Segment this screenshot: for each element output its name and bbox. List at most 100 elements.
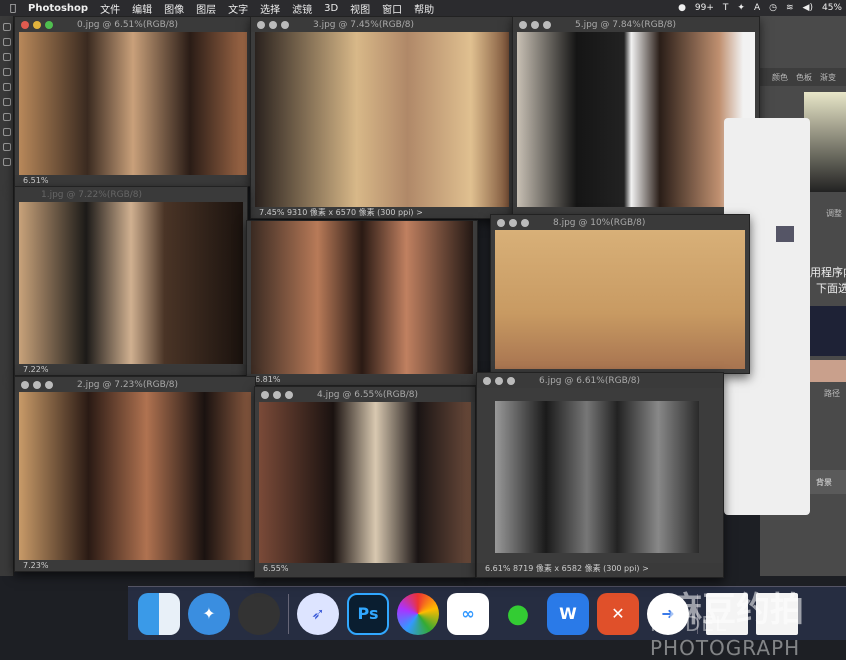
chrome-icon[interactable]: [397, 592, 439, 635]
minimize-button[interactable]: [531, 20, 539, 29]
menu-view[interactable]: 视图: [350, 1, 370, 16]
wechat-icon[interactable]: ●: [497, 593, 539, 635]
document-window-1[interactable]: 1.jpg @ 7.22%(RGB/8) 7.22%: [14, 186, 248, 376]
zoom-button[interactable]: [507, 376, 515, 385]
popup-thumbnail[interactable]: [776, 226, 794, 242]
hand-tool-icon[interactable]: [3, 143, 11, 151]
tools-panel: [0, 16, 14, 576]
app-menu[interactable]: Photoshop: [28, 3, 88, 14]
pen-tool-icon[interactable]: [3, 128, 11, 136]
zoom-button[interactable]: [281, 20, 289, 29]
minimize-button[interactable]: [33, 20, 41, 29]
minimize-button[interactable]: [273, 390, 281, 399]
document-window-5[interactable]: 5.jpg @ 7.84%(RGB/8): [512, 16, 760, 219]
close-button[interactable]: [261, 390, 269, 399]
status-bar: 7.23%: [15, 560, 255, 571]
close-button[interactable]: [497, 218, 505, 227]
baidu-netdisk-icon[interactable]: ∞: [447, 592, 489, 635]
zoom-button[interactable]: [543, 20, 551, 29]
close-button[interactable]: [519, 20, 527, 29]
menu-layer[interactable]: 图层: [196, 1, 216, 16]
document-window-6[interactable]: 6.jpg @ 6.61%(RGB/8) 6.61% 8719 像素 x 658…: [476, 372, 724, 578]
zoom-button[interactable]: [521, 218, 529, 227]
tab-color[interactable]: 颜色: [772, 72, 788, 83]
zoom-button[interactable]: [285, 390, 293, 399]
move-tool-icon[interactable]: [3, 23, 11, 31]
photo[interactable]: [251, 221, 473, 374]
xmind-icon[interactable]: ✕: [597, 592, 639, 635]
brush-tool-icon[interactable]: [3, 83, 11, 91]
menu-file[interactable]: 文件: [100, 1, 120, 16]
minimize-button[interactable]: [495, 376, 503, 385]
thumb-2[interactable]: [810, 360, 846, 382]
feishu-icon[interactable]: ➶: [297, 592, 339, 635]
status-bar: 6.81%: [247, 374, 477, 385]
info-text-2: 下面选: [816, 282, 846, 295]
marquee-tool-icon[interactable]: [3, 38, 11, 46]
crop-tool-icon[interactable]: [3, 68, 11, 76]
document-window-3[interactable]: 3.jpg @ 7.45%(RGB/8) 7.45% 9310 像素 x 657…: [250, 16, 514, 219]
tab-gradient[interactable]: 渐变: [820, 72, 836, 83]
input-method-icon[interactable]: A: [754, 3, 760, 13]
menu-image[interactable]: 图像: [164, 1, 184, 16]
wps-icon[interactable]: W: [547, 592, 589, 635]
wechat-badge: 99+: [694, 3, 714, 13]
wifi-icon[interactable]: ≋: [786, 3, 794, 13]
document-window-2[interactable]: 2.jpg @ 7.23%(RGB/8) 7.23%: [14, 376, 256, 572]
eraser-tool-icon[interactable]: [3, 98, 11, 106]
minimize-button[interactable]: [269, 20, 277, 29]
photo[interactable]: [517, 32, 755, 207]
close-button[interactable]: [483, 376, 491, 385]
photo[interactable]: [19, 32, 247, 175]
close-button[interactable]: [21, 380, 29, 389]
color-picker[interactable]: [804, 92, 846, 192]
minimize-button[interactable]: [509, 218, 517, 227]
thumb-1[interactable]: [810, 306, 846, 356]
document-window-4[interactable]: 4.jpg @ 6.55%(RGB/8) 6.55%: [254, 386, 476, 578]
battery-text[interactable]: 45%: [822, 3, 842, 13]
tab-swatches[interactable]: 色板: [796, 72, 812, 83]
finder-icon[interactable]: [138, 592, 180, 635]
photo[interactable]: [19, 392, 251, 560]
layer-background[interactable]: 背景: [810, 470, 846, 494]
photo-booth-icon[interactable]: [238, 592, 280, 635]
window-title: 5.jpg @ 7.84%(RGB/8): [575, 19, 677, 30]
photo[interactable]: [255, 32, 509, 207]
photoshop-icon[interactable]: Ps: [347, 592, 389, 635]
adjustments-tab[interactable]: 调整: [826, 208, 842, 219]
volume-icon[interactable]: ◀): [803, 3, 813, 13]
typora-icon[interactable]: T: [723, 3, 729, 13]
zoom-button[interactable]: [45, 20, 53, 29]
photo[interactable]: [495, 230, 745, 369]
document-window-8[interactable]: 8.jpg @ 10%(RGB/8): [490, 214, 750, 374]
safari-icon[interactable]: ✦: [188, 592, 230, 635]
close-button[interactable]: [257, 20, 265, 29]
menu-window[interactable]: 窗口: [382, 1, 402, 16]
zoom-tool-icon[interactable]: [3, 158, 11, 166]
photo[interactable]: [259, 402, 471, 563]
zoom-button[interactable]: [45, 380, 53, 389]
document-window-7[interactable]: 6.81%: [246, 220, 478, 386]
wechat-status-icon[interactable]: ●: [678, 3, 686, 13]
menu-help[interactable]: 帮助: [414, 1, 434, 16]
menu-edit[interactable]: 编辑: [132, 1, 152, 16]
menu-3d[interactable]: 3D: [324, 3, 338, 14]
watermark-subtitle: MODEL PHOTOGRAPH: [650, 612, 801, 660]
document-window-0[interactable]: 0.jpg @ 6.51%(RGB/8) 6.51%: [14, 16, 252, 187]
window-title: 0.jpg @ 6.51%(RGB/8): [77, 19, 179, 30]
menu-select[interactable]: 选择: [260, 1, 280, 16]
lasso-tool-icon[interactable]: [3, 53, 11, 61]
photo[interactable]: [495, 401, 699, 553]
window-title: 3.jpg @ 7.45%(RGB/8): [313, 19, 415, 30]
menu-type[interactable]: 文字: [228, 1, 248, 16]
close-button[interactable]: [21, 20, 29, 29]
paths-tab[interactable]: 路径: [824, 388, 840, 399]
feishu-icon[interactable]: ✦: [737, 3, 745, 13]
status-bar: 6.55%: [255, 563, 475, 577]
menu-filter[interactable]: 滤镜: [292, 1, 312, 16]
apple-icon[interactable]: : [10, 3, 16, 14]
minimize-button[interactable]: [33, 380, 41, 389]
clock-icon[interactable]: ◷: [769, 3, 777, 13]
photo[interactable]: [19, 202, 243, 364]
type-tool-icon[interactable]: [3, 113, 11, 121]
